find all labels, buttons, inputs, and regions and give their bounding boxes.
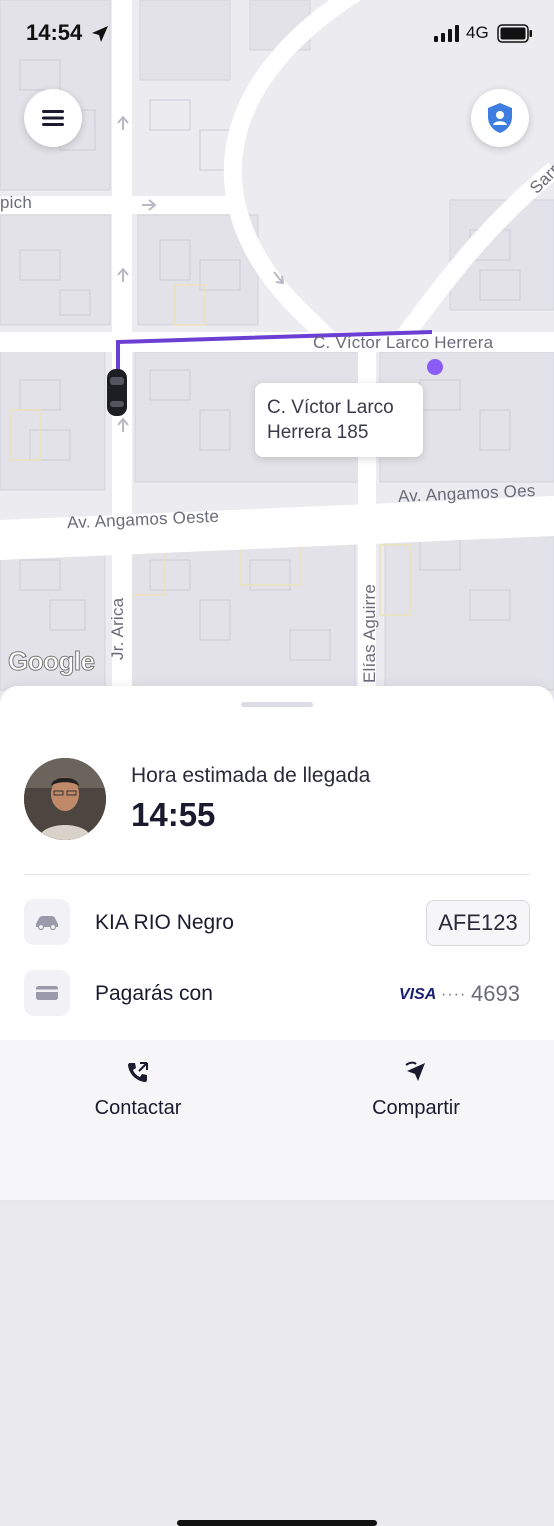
street-label-victor-larco: C. Víctor Larco Herrera [313, 333, 494, 352]
status-time: 14:54 [26, 20, 83, 45]
map-streets [0, 0, 554, 720]
contact-label: Contactar [94, 1097, 182, 1119]
car-icon-badge [24, 899, 70, 945]
card-last-digits: 4693 [471, 981, 520, 1006]
signal-bars-icon [434, 25, 459, 42]
menu-button[interactable] [24, 89, 82, 147]
share-label: Compartir [372, 1097, 460, 1119]
card-icon-badge [24, 970, 70, 1016]
battery-icon [497, 24, 532, 43]
map-view[interactable]: C. Víctor Larco Herrera Av. Angamos Oes … [0, 0, 554, 720]
network-type: 4G [466, 23, 489, 42]
driver-photo [24, 758, 106, 840]
visa-logo: VISA [399, 986, 437, 1003]
street-label-pich: pich [0, 193, 32, 212]
share-button[interactable]: Compartir [316, 1060, 516, 1120]
trip-sheet: Hora estimada de llegada 14:55 KIA RIO N… [0, 686, 554, 1526]
credit-card-icon [36, 986, 58, 1000]
car-marker-icon [107, 369, 127, 416]
license-plate: AFE123 [426, 900, 530, 946]
action-bar: Contactar Compartir [0, 1040, 554, 1526]
location-arrow-icon [92, 26, 108, 42]
driver-avatar[interactable] [24, 758, 106, 840]
status-bar: 14:54 4G [0, 0, 554, 68]
sheet-grabber[interactable] [241, 702, 313, 707]
destination-line-2: Herrera 185 [267, 422, 369, 443]
hamburger-menu-icon [42, 110, 64, 126]
shield-user-icon [488, 103, 512, 133]
contact-button[interactable]: Contactar [38, 1060, 238, 1120]
phone-icon [128, 1062, 148, 1082]
street-label-elias-aguirre: Elías Aguirre [360, 584, 379, 683]
home-indicator[interactable] [177, 1520, 377, 1526]
share-trip-icon [405, 1061, 425, 1081]
car-icon [36, 916, 58, 930]
payment-label: Pagarás con [95, 982, 213, 1005]
safety-button[interactable] [471, 89, 529, 147]
divider [24, 874, 530, 875]
destination-line-1: C. Víctor Larco [267, 397, 394, 418]
destination-bubble[interactable]: C. Víctor Larco Herrera 185 [255, 383, 423, 457]
street-label-arica: Jr. Arica [108, 597, 127, 660]
google-attribution: Google [8, 646, 96, 677]
card-mask: ···· [441, 986, 467, 1003]
eta-label: Hora estimada de llegada [131, 764, 371, 787]
eta-time: 14:55 [131, 796, 216, 833]
vehicle-description: KIA RIO Negro [95, 911, 234, 934]
